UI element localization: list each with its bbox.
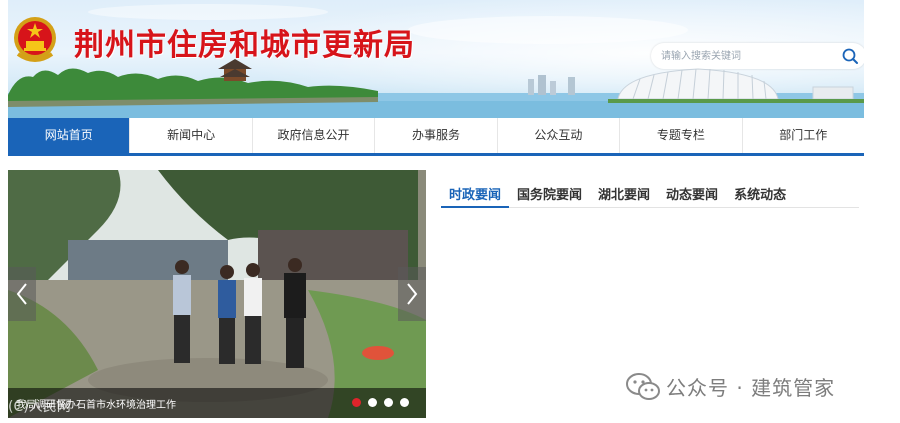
slider-dot-4[interactable] [400, 398, 409, 407]
tab-system-news[interactable]: 系统动态 [726, 178, 794, 208]
chevron-left-icon [16, 283, 27, 305]
header-banner: 荆州市住房和城市更新局 [8, 0, 864, 118]
nav-item-gov-info[interactable]: 政府信息公开 [253, 118, 376, 153]
nav-item-department-work[interactable]: 部门工作 [743, 118, 864, 153]
slider-dot-2[interactable] [368, 398, 377, 407]
nav-item-special-topics[interactable]: 专题专栏 [620, 118, 743, 153]
tab-state-council-news[interactable]: 国务院要闻 [509, 178, 590, 208]
slide-photo[interactable] [8, 170, 426, 418]
nav-item-news-center[interactable]: 新闻中心 [130, 118, 253, 153]
banner-scenery [8, 59, 864, 118]
slider-dot-1[interactable] [352, 398, 361, 407]
wechat-icon [626, 372, 660, 400]
slider-prev-button[interactable] [8, 267, 36, 321]
slider-dot-3[interactable] [384, 398, 393, 407]
nav-item-services[interactable]: 办事服务 [375, 118, 498, 153]
news-slider[interactable] [8, 170, 426, 418]
tab-dynamic-news[interactable]: 动态要闻 [658, 178, 726, 208]
tab-politics-news[interactable]: 时政要闻 [441, 178, 510, 208]
main-nav: 网站首页 新闻中心 政府信息公开 办事服务 公众互动 专题专栏 部门工作 [8, 118, 864, 156]
news-tabs: 时政要闻 国务院要闻 湖北要闻 动态要闻 系统动态 [441, 178, 859, 208]
tab-hubei-news[interactable]: 湖北要闻 [590, 178, 658, 208]
image-watermark: (C)人民网 [8, 399, 71, 415]
nav-item-interaction[interactable]: 公众互动 [498, 118, 621, 153]
chevron-right-icon [407, 283, 418, 305]
nav-item-home[interactable]: 网站首页 [8, 118, 131, 153]
slider-next-button[interactable] [398, 267, 426, 321]
wechat-watermark: 公众号 · 建筑管家 [626, 372, 835, 401]
slider-dots [352, 398, 409, 407]
wechat-watermark-text: 公众号 · 建筑管家 [666, 376, 836, 400]
